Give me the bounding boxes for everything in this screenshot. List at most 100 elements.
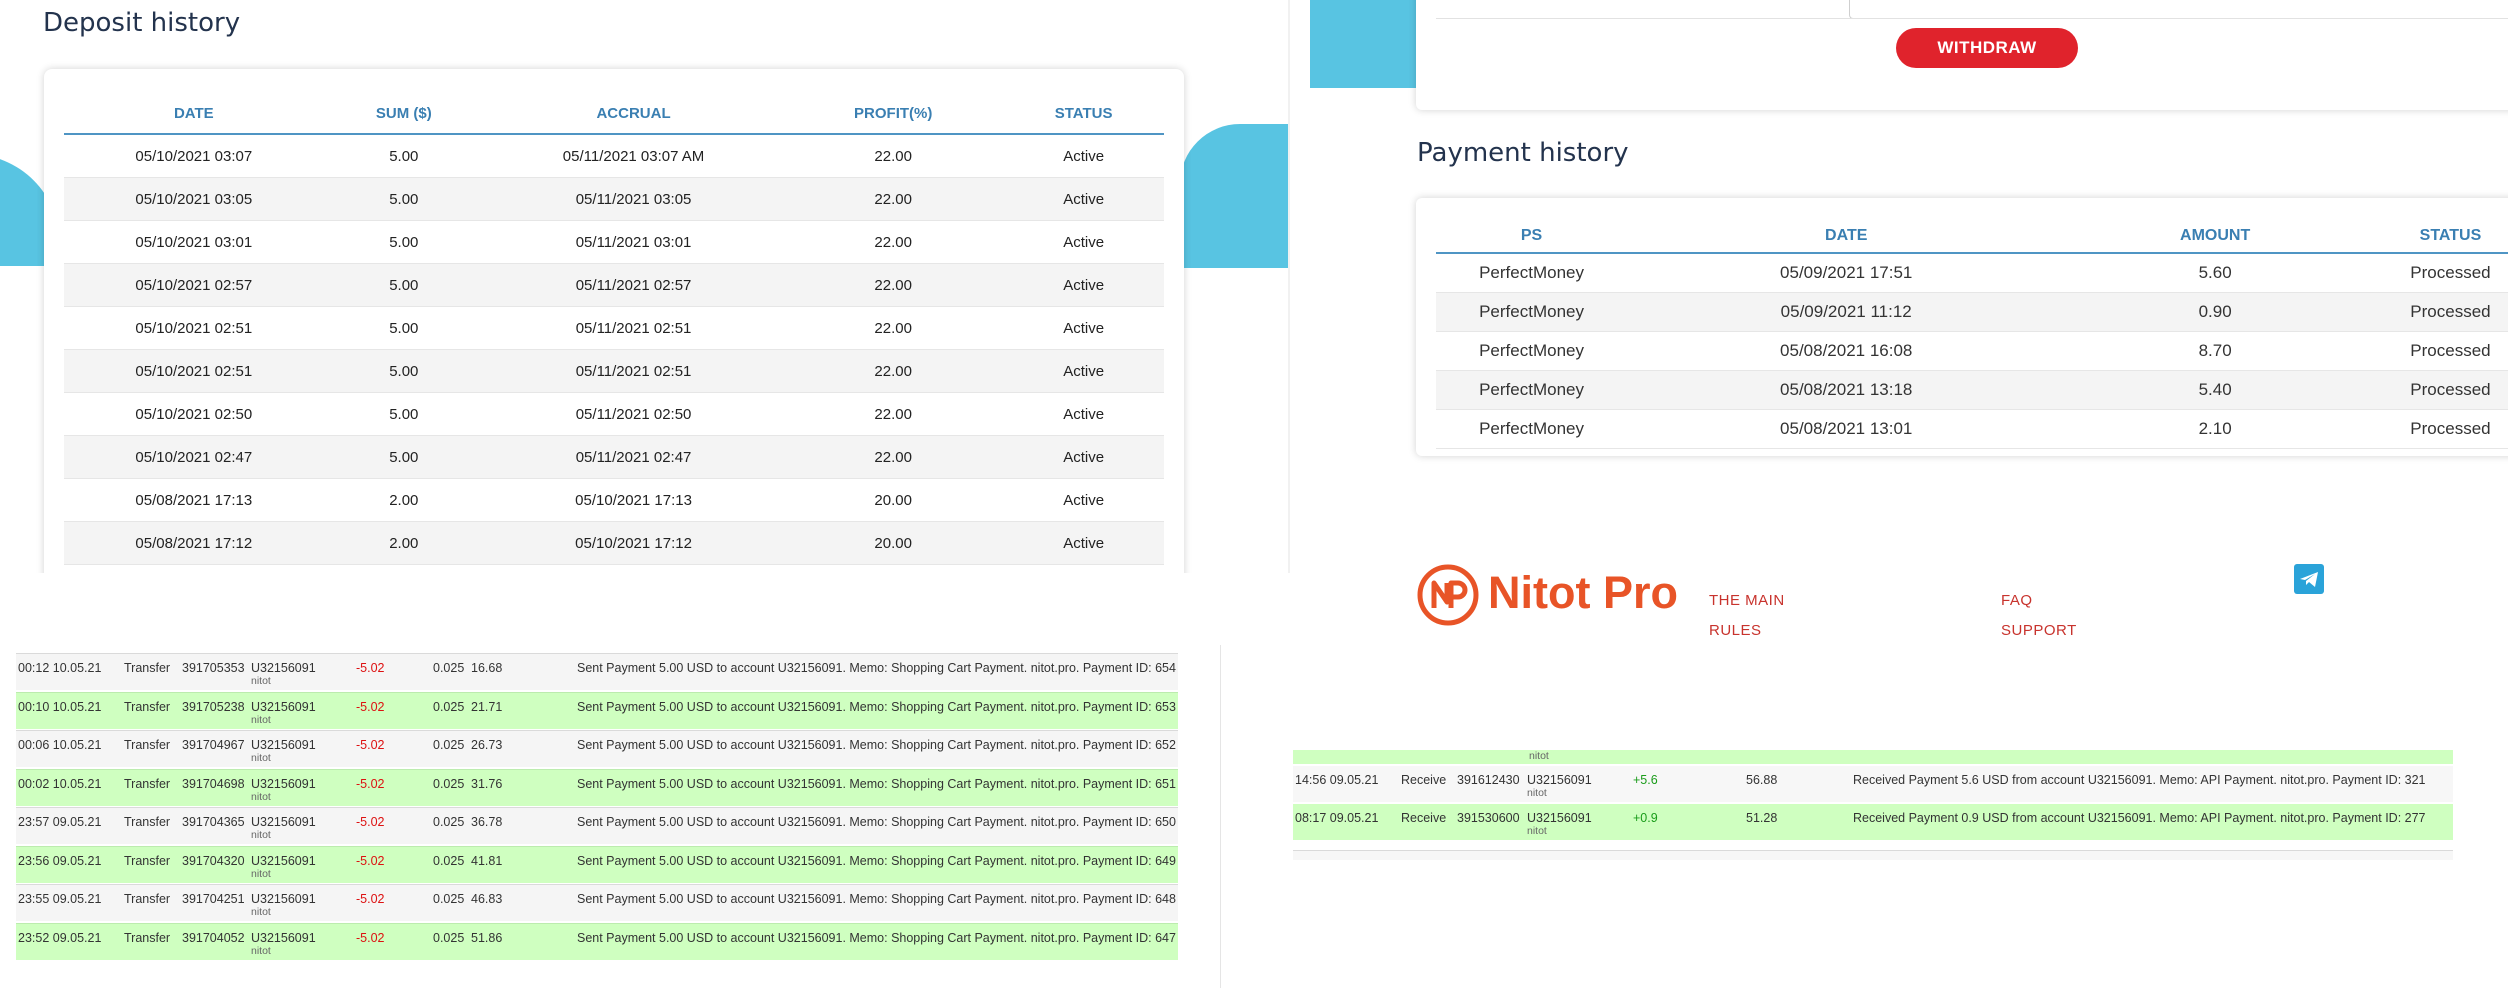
row-name: nitot bbox=[1529, 750, 1549, 762]
col-header-sum: SUM ($) bbox=[323, 93, 484, 135]
col-header-ps: PS bbox=[1436, 220, 1628, 254]
footer-link-rules[interactable]: RULES bbox=[1709, 622, 1762, 639]
cell-profit: 22.00 bbox=[783, 349, 1004, 393]
table-row-partial: nitot bbox=[1293, 750, 2453, 764]
table-row: PerfectMoney 05/08/2021 13:01 2.10 Processe… bbox=[1436, 409, 2508, 449]
cell-status: Active bbox=[1003, 349, 1164, 393]
table-row: 05/10/2021 02:47 5.00 05/11/2021 02:47 22.0… bbox=[64, 435, 1164, 479]
cell-date: 05/10/2021 02:57 bbox=[64, 263, 324, 307]
cell-status: Processed bbox=[2364, 409, 2508, 449]
cell-amount: 8.70 bbox=[2065, 331, 2365, 371]
logo-icon[interactable] bbox=[1417, 564, 1479, 626]
table-row[interactable]: 23:56 09.05.21 Transfer 391704320 U32156091… bbox=[16, 845, 1178, 883]
table-row[interactable]: 00:10 10.05.21 Transfer 391705238 U32156091… bbox=[16, 691, 1178, 729]
table-row[interactable]: 23:55 09.05.21 Transfer 391704251 U32156091… bbox=[16, 884, 1178, 921]
row-amount: -5.02 bbox=[356, 776, 385, 791]
logo-text[interactable]: Nitot Pro bbox=[1488, 567, 1678, 619]
row-memo: Sent Payment 5.00 USD to account U321560… bbox=[577, 892, 1176, 906]
col-header-status: STATUS bbox=[1003, 93, 1164, 135]
cell-ps: PerfectMoney bbox=[1436, 370, 1628, 410]
cell-profit: 22.00 bbox=[783, 392, 1004, 436]
cell-status: Active bbox=[1003, 521, 1164, 565]
row-fee: 0.025 bbox=[433, 738, 465, 752]
cell-profit: 22.00 bbox=[783, 134, 1004, 178]
cell-status: Processed bbox=[2364, 370, 2508, 410]
row-balance: 51.86 bbox=[471, 930, 503, 945]
row-memo: Sent Payment 5.00 USD to account U321560… bbox=[577, 699, 1176, 714]
row-account: U32156091 bbox=[251, 815, 316, 829]
table-row[interactable]: 23:57 09.05.21 Transfer 391704365 U32156091… bbox=[16, 807, 1178, 844]
cell-date: 05/08/2021 16:08 bbox=[1627, 331, 2066, 371]
cell-profit: 20.00 bbox=[783, 521, 1004, 565]
cell-date: 05/10/2021 03:01 bbox=[64, 220, 324, 264]
table-row[interactable]: 08:17 09.05.21 Receive 391530600 U32156091 n… bbox=[1293, 804, 2453, 840]
row-name: nitot bbox=[1527, 787, 1547, 799]
table-row: 05/10/2021 03:07 5.00 05/11/2021 03:07 AM 2… bbox=[64, 134, 1164, 178]
row-amount: +5.6 bbox=[1633, 773, 1658, 787]
footer-link-main[interactable]: THE MAIN bbox=[1709, 592, 1785, 609]
cell-status: Active bbox=[1003, 392, 1164, 436]
scroll-down-arrow-icon[interactable]: ▼ bbox=[1288, 557, 1290, 571]
telegram-icon[interactable] bbox=[2294, 564, 2324, 594]
row-type: Receive bbox=[1401, 773, 1447, 787]
row-batch: 391704365 bbox=[182, 815, 245, 829]
cell-sum: 5.00 bbox=[323, 392, 484, 436]
row-batch: 391612430 bbox=[1457, 773, 1520, 787]
row-account: U32156091 bbox=[251, 661, 316, 675]
row-balance: 41.81 bbox=[471, 853, 503, 868]
row-amount: +0.9 bbox=[1633, 811, 1658, 825]
footer-link-faq[interactable]: FAQ bbox=[2001, 592, 2033, 609]
row-memo: Sent Payment 5.00 USD to account U321560… bbox=[577, 853, 1176, 868]
cell-sum: 2.00 bbox=[323, 564, 484, 573]
row-account: U32156091 bbox=[251, 930, 316, 945]
cell-accrual: 05/11/2021 02:51 bbox=[484, 306, 784, 350]
table-row[interactable]: 00:06 10.05.21 Transfer 391704967 U32156091… bbox=[16, 730, 1178, 767]
deposit-history-panel: Deposit history DATE SUM ($) ACCRUAL PRO… bbox=[0, 0, 1290, 573]
cell-date: 05/10/2021 02:47 bbox=[64, 435, 324, 479]
row-fee: 0.025 bbox=[433, 892, 465, 906]
cell-amount: 5.60 bbox=[2065, 253, 2365, 293]
table-row: 05/10/2021 02:51 5.00 05/11/2021 02:51 22.0… bbox=[64, 306, 1164, 350]
row-fee: 0.025 bbox=[433, 853, 465, 868]
row-batch: 391704320 bbox=[182, 853, 245, 868]
row-name: nitot bbox=[251, 675, 271, 687]
row-time: 23:57 09.05.21 bbox=[18, 815, 102, 829]
row-amount: -5.02 bbox=[356, 892, 385, 906]
cell-sum: 5.00 bbox=[323, 263, 484, 307]
row-memo: Received Payment 5.6 USD from account U3… bbox=[1853, 773, 2426, 787]
cell-profit: 22.00 bbox=[783, 220, 1004, 264]
row-batch: 391704967 bbox=[182, 738, 245, 752]
withdraw-button[interactable]: WITHDRAW bbox=[1896, 28, 2078, 68]
row-memo: Received Payment 0.9 USD from account U3… bbox=[1853, 811, 2426, 825]
cell-accrual: 05/10/2021 16:58 bbox=[484, 564, 784, 573]
col-header-status: STATUS bbox=[2364, 220, 2508, 254]
table-row: PerfectMoney 05/09/2021 17:51 5.60 Processe… bbox=[1436, 253, 2508, 293]
cell-sum: 2.00 bbox=[323, 521, 484, 565]
row-time: 00:10 10.05.21 bbox=[18, 699, 102, 714]
col-header-amount: AMOUNT bbox=[2065, 220, 2365, 254]
cell-profit: 22.00 bbox=[783, 435, 1004, 479]
cell-date: 05/08/2021 16:58 bbox=[64, 564, 324, 573]
withdraw-field[interactable] bbox=[1849, 0, 2508, 19]
row-account: U32156091 bbox=[251, 892, 316, 906]
row-memo: Sent Payment 5.00 USD to account U321560… bbox=[577, 776, 1176, 791]
row-type: Transfer bbox=[124, 776, 171, 791]
table-row[interactable]: 00:02 10.05.21 Transfer 391704698 U32156091… bbox=[16, 768, 1178, 806]
row-type: Transfer bbox=[124, 699, 171, 714]
cell-date: 05/10/2021 03:05 bbox=[64, 177, 324, 221]
cell-sum: 5.00 bbox=[323, 435, 484, 479]
cell-profit: 20.00 bbox=[783, 564, 1004, 573]
cell-sum: 5.00 bbox=[323, 220, 484, 264]
row-name: nitot bbox=[251, 867, 271, 880]
table-row[interactable]: 14:56 09.05.21 Receive 391612430 U32156091 n… bbox=[1293, 766, 2453, 802]
row-time: 23:56 09.05.21 bbox=[18, 853, 102, 868]
payment-history-card: PS DATE AMOUNT STATUS PerfectMoney 05/09/… bbox=[1416, 198, 2508, 456]
row-amount: -5.02 bbox=[356, 815, 385, 829]
row-memo: Sent Payment 5.00 USD to account U321560… bbox=[577, 930, 1176, 945]
table-row: 05/10/2021 02:51 5.00 05/11/2021 02:51 22.0… bbox=[64, 349, 1164, 393]
table-row[interactable]: 23:52 09.05.21 Transfer 391704052 U32156091… bbox=[16, 922, 1178, 960]
cell-status: Processed bbox=[2364, 292, 2508, 332]
footer-link-support[interactable]: SUPPORT bbox=[2001, 622, 2077, 639]
row-name: nitot bbox=[251, 944, 271, 957]
table-row[interactable]: 00:12 10.05.21 Transfer 391705353 U32156091… bbox=[16, 653, 1178, 690]
